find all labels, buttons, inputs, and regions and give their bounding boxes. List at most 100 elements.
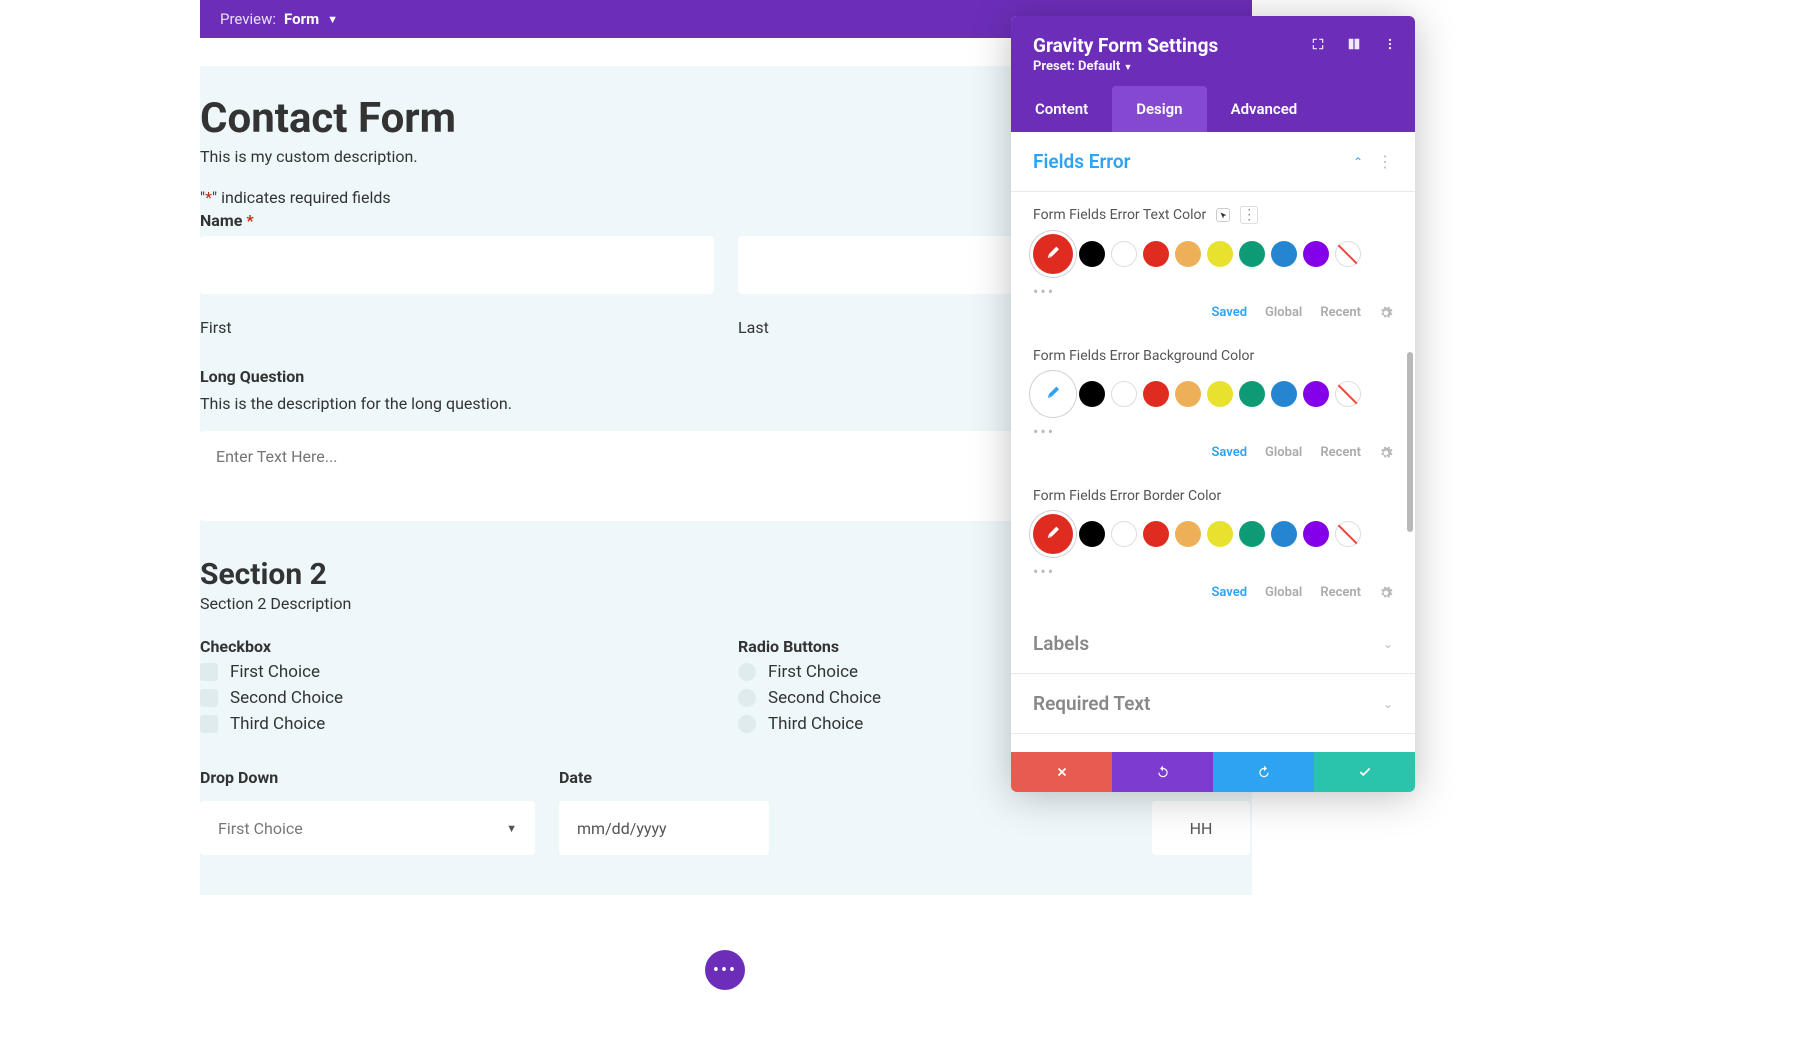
radio-icon [738, 663, 756, 681]
more-colors-icon[interactable]: ••• [1033, 562, 1393, 581]
section-required-text[interactable]: Required Text ⌄ [1011, 674, 1415, 734]
tab-advanced[interactable]: Advanced [1207, 86, 1322, 132]
color-swatch[interactable] [1175, 241, 1201, 267]
kebab-menu-icon[interactable]: ⋮ [1240, 206, 1258, 224]
color-swatch[interactable] [1111, 241, 1137, 267]
color-swatch-transparent[interactable] [1335, 241, 1361, 267]
color-swatch[interactable] [1303, 241, 1329, 267]
checkbox-icon [200, 715, 218, 733]
color-picker-main[interactable] [1033, 234, 1073, 274]
palette-tab-global[interactable]: Global [1265, 445, 1302, 460]
color-picker-main[interactable] [1033, 374, 1073, 414]
kebab-menu-icon[interactable] [1383, 36, 1397, 55]
dropdown-select[interactable]: First Choice ▼ [200, 801, 535, 855]
tab-content[interactable]: Content [1011, 86, 1112, 132]
checkbox-option[interactable]: First Choice [200, 662, 714, 682]
close-button[interactable] [1011, 752, 1112, 792]
color-picker-main[interactable] [1033, 514, 1073, 554]
more-colors-icon[interactable]: ••• [1033, 282, 1393, 301]
time-hh-input[interactable]: HH [1152, 801, 1250, 855]
eyedropper-icon [1045, 386, 1061, 402]
color-swatch[interactable] [1111, 381, 1137, 407]
checkbox-label: Checkbox [200, 637, 714, 656]
redo-button[interactable] [1213, 752, 1314, 792]
settings-panel: Gravity Form Settings Preset: Default ▼ … [1011, 16, 1415, 792]
kebab-menu-icon[interactable]: ⋮ [1377, 152, 1393, 171]
palette-tab-saved[interactable]: Saved [1211, 585, 1247, 600]
chevron-down-icon: ⌄ [1383, 697, 1393, 711]
color-swatch[interactable] [1079, 521, 1105, 547]
palette-tab-saved[interactable]: Saved [1211, 445, 1247, 460]
preview-label: Preview: [220, 10, 276, 28]
columns-icon[interactable] [1347, 36, 1361, 55]
checkbox-option[interactable]: Second Choice [200, 688, 714, 708]
palette-tab-recent[interactable]: Recent [1320, 305, 1361, 320]
close-icon [1055, 765, 1069, 779]
color-label-text: Form Fields Error Text Color [1033, 207, 1206, 223]
chevron-down-icon: ▼ [506, 822, 517, 835]
expand-icon[interactable] [1311, 36, 1325, 55]
section-sub-labels[interactable]: Sub Labels ⌄ [1011, 734, 1415, 752]
color-label-border: Form Fields Error Border Color [1033, 488, 1221, 504]
section-fields-error[interactable]: Fields Error ⌃ ⋮ [1011, 132, 1415, 192]
gear-icon[interactable] [1379, 306, 1393, 320]
section-labels[interactable]: Labels ⌄ [1011, 614, 1415, 674]
cursor-icon[interactable] [1216, 208, 1230, 222]
color-swatch[interactable] [1271, 241, 1297, 267]
date-input[interactable]: mm/dd/yyyy [559, 801, 769, 855]
radio-icon [738, 715, 756, 733]
first-sublabel: First [200, 318, 714, 337]
palette-tab-saved[interactable]: Saved [1211, 305, 1247, 320]
color-swatch-transparent[interactable] [1335, 521, 1361, 547]
scrollbar-thumb[interactable] [1407, 352, 1413, 532]
checkbox-icon [200, 689, 218, 707]
palette-tab-global[interactable]: Global [1265, 305, 1302, 320]
undo-icon [1156, 765, 1170, 779]
dropdown-label: Drop Down [200, 768, 535, 787]
panel-preset[interactable]: Preset: Default ▼ [1033, 59, 1393, 74]
color-swatch[interactable] [1175, 521, 1201, 547]
preview-value: Form [284, 10, 319, 28]
color-swatch[interactable] [1239, 381, 1265, 407]
color-swatch[interactable] [1303, 521, 1329, 547]
gear-icon[interactable] [1379, 586, 1393, 600]
first-name-input[interactable] [200, 236, 714, 294]
more-colors-icon[interactable]: ••• [1033, 422, 1393, 441]
chevron-down-icon: ▼ [327, 13, 338, 26]
chevron-up-icon: ⌃ [1353, 155, 1363, 169]
color-swatch[interactable] [1303, 381, 1329, 407]
color-swatch[interactable] [1175, 381, 1201, 407]
color-swatch[interactable] [1271, 521, 1297, 547]
color-swatch[interactable] [1207, 241, 1233, 267]
color-swatch[interactable] [1207, 381, 1233, 407]
checkbox-option[interactable]: Third Choice [200, 714, 714, 734]
palette-tab-recent[interactable]: Recent [1320, 445, 1361, 460]
color-label-bg: Form Fields Error Background Color [1033, 348, 1254, 364]
color-swatch[interactable] [1143, 241, 1169, 267]
color-swatch[interactable] [1143, 521, 1169, 547]
more-actions-fab[interactable]: ••• [705, 950, 745, 990]
eyedropper-icon [1045, 246, 1061, 262]
color-swatch[interactable] [1271, 381, 1297, 407]
radio-icon [738, 689, 756, 707]
color-swatch[interactable] [1079, 241, 1105, 267]
color-swatch[interactable] [1239, 521, 1265, 547]
color-swatch[interactable] [1239, 241, 1265, 267]
redo-icon [1257, 765, 1271, 779]
color-swatch[interactable] [1079, 381, 1105, 407]
color-swatch[interactable] [1143, 381, 1169, 407]
confirm-button[interactable] [1314, 752, 1415, 792]
undo-button[interactable] [1112, 752, 1213, 792]
checkbox-icon [200, 663, 218, 681]
palette-tab-global[interactable]: Global [1265, 585, 1302, 600]
ellipsis-icon: ••• [713, 960, 737, 981]
chevron-down-icon: ⌄ [1383, 637, 1393, 651]
gear-icon[interactable] [1379, 446, 1393, 460]
color-swatch[interactable] [1207, 521, 1233, 547]
tab-design[interactable]: Design [1112, 86, 1206, 132]
eyedropper-icon [1045, 526, 1061, 542]
color-swatch-transparent[interactable] [1335, 381, 1361, 407]
check-icon [1358, 765, 1372, 779]
palette-tab-recent[interactable]: Recent [1320, 585, 1361, 600]
color-swatch[interactable] [1111, 521, 1137, 547]
